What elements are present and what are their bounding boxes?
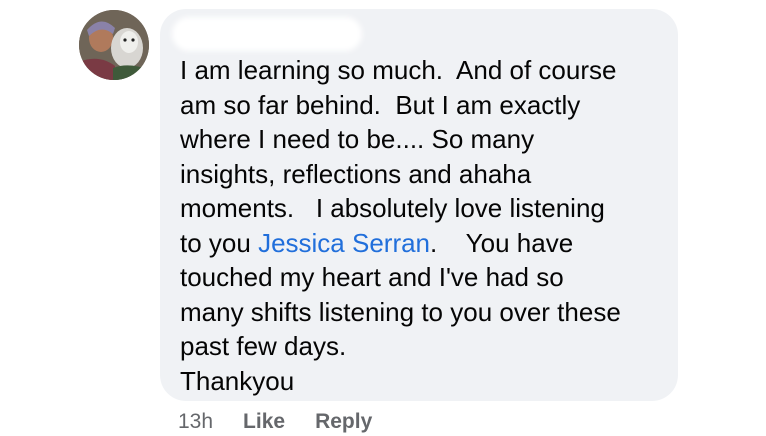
timestamp[interactable]: 13h [178,410,213,434]
comment-line: am so far behind. But I am exactly [180,89,581,120]
comment-line: Thankyou [180,365,295,396]
comment-line: where I need to be.... So many [180,124,535,154]
comment-line: insights, reflections and ahaha [180,158,532,189]
comment-line: I am learning so much. And of course [180,55,617,85]
author-name-redacted[interactable] [172,17,362,51]
comment-meta: 13h Like Reply [178,410,372,434]
reply-button[interactable]: Reply [315,410,372,434]
comment-line: touched my heart and I've had so [180,262,564,292]
comment-line: past few days. [180,331,347,361]
profile-photo-icon [79,10,149,80]
comment-line: to you Jessica Serran. You have [180,227,574,258]
comment-body: I am learning so much. And of course am … [180,53,670,398]
like-button[interactable]: Like [243,410,285,434]
comment-line: many shifts listening to you over these [180,296,621,327]
avatar[interactable] [79,10,149,80]
comment-line: moments. I absolutely love listening [180,193,605,223]
mention-link[interactable]: Jessica Serran [258,228,430,258]
